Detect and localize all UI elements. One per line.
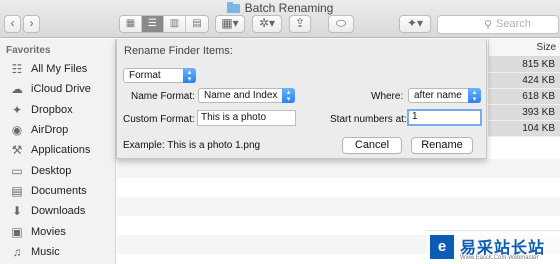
sidebar-item-icloud-drive[interactable]: ☁ iCloud Drive <box>0 79 115 99</box>
rename-mode-value: Format <box>129 70 161 81</box>
sidebar-item-label: AirDrop <box>31 124 69 137</box>
sheet-title: Rename Finder Items: <box>124 45 233 57</box>
window-titlebar: Batch Renaming ‹ › ▦ ☰ ▥ ▤ ▦▾ ✲▾ ⇪ ⬭ ✦▾ … <box>0 0 560 38</box>
popup-arrows-icon: ▴ ▾ <box>282 88 295 103</box>
sidebar-item-documents[interactable]: ▤ Documents <box>0 181 115 201</box>
size-column-header[interactable]: Size <box>488 39 560 57</box>
back-button[interactable]: ‹ <box>4 15 21 33</box>
size-column: 815 KB 424 KB 618 KB 393 KB 104 KB <box>488 57 560 137</box>
sidebar-item-label: iCloud Drive <box>31 83 91 96</box>
sidebar-item-label: Desktop <box>31 164 72 177</box>
dropbox-icon: ✦ <box>11 102 23 117</box>
sidebar-heading: Favorites <box>6 45 51 56</box>
all-my-files-icon: ☷ <box>11 62 23 77</box>
where-popup[interactable]: after name ▴ ▾ <box>408 88 481 103</box>
search-field[interactable]: ⚲ Search <box>437 15 559 34</box>
sidebar-item-label: Downloads <box>31 205 86 218</box>
share-icon: ⇪ <box>294 16 306 30</box>
size-cell: 618 KB <box>488 89 560 105</box>
rename-mode-popup[interactable]: Format ▴ ▾ <box>123 68 196 83</box>
dropbox-icon: ✦▾ <box>406 16 424 30</box>
window-title: Batch Renaming <box>0 1 560 15</box>
arrange-button[interactable]: ▦▾ <box>215 15 245 33</box>
sidebar-item-dropbox[interactable]: ✦ Dropbox <box>0 100 115 120</box>
applications-icon: ⚒ <box>11 143 23 158</box>
rename-sheet: Rename Finder Items: Format ▴ ▾ Name Form… <box>116 39 487 159</box>
start-numbers-field[interactable]: 1 <box>407 109 482 126</box>
share-button[interactable]: ⇪ <box>289 15 311 33</box>
custom-format-field[interactable]: This is a photo <box>197 110 296 126</box>
dropbox-button[interactable]: ✦▾ <box>399 15 431 33</box>
cancel-button[interactable]: Cancel <box>342 137 402 154</box>
folder-icon <box>226 2 240 13</box>
sidebar-item-label: Documents <box>31 184 87 197</box>
name-format-label: Name Format: <box>131 91 195 102</box>
documents-icon: ▤ <box>11 183 23 198</box>
custom-format-label: Custom Format: <box>123 114 195 125</box>
rename-button[interactable]: Rename <box>411 137 473 154</box>
sidebar-item-desktop[interactable]: ▭ Desktop <box>0 160 115 180</box>
sidebar-item-airdrop[interactable]: ◉ AirDrop <box>0 120 115 140</box>
sidebar-item-label: Dropbox <box>31 103 73 116</box>
where-label: Where: <box>371 91 404 102</box>
downloads-icon: ⬇ <box>11 204 23 219</box>
list-row-stripe <box>117 159 560 178</box>
sidebar-item-downloads[interactable]: ⬇ Downloads <box>0 201 115 221</box>
sidebar-item-label: Music <box>31 245 60 258</box>
column-view-icon[interactable]: ▥ <box>164 16 186 32</box>
tag-icon: ⬭ <box>335 16 347 30</box>
gear-icon: ✲▾ <box>258 16 276 30</box>
sidebar-item-music[interactable]: ♫ Music <box>0 242 115 262</box>
sidebar: Favorites ☷ All My Files ☁ iCloud Drive ✦ D… <box>0 39 116 264</box>
sidebar-item-all-my-files[interactable]: ☷ All My Files <box>0 59 115 79</box>
window-title-text: Batch Renaming <box>244 1 334 15</box>
where-value: after name <box>414 90 462 101</box>
cover-flow-view-icon[interactable]: ▤ <box>186 16 208 32</box>
movies-icon: ▣ <box>11 224 23 239</box>
airdrop-icon: ◉ <box>11 123 23 138</box>
popup-arrows-icon: ▴ ▾ <box>183 68 196 83</box>
sidebar-item-movies[interactable]: ▣ Movies <box>0 221 115 241</box>
forward-icon: › <box>29 16 34 30</box>
sidebar-item-label: Applications <box>31 144 91 157</box>
search-placeholder: Search <box>496 18 531 30</box>
action-button[interactable]: ✲▾ <box>252 15 282 33</box>
arrange-icon: ▦▾ <box>221 16 239 30</box>
size-cell: 104 KB <box>488 121 560 137</box>
sidebar-item-label: All My Files <box>31 63 88 76</box>
list-row-stripe <box>117 197 560 216</box>
start-numbers-label: Start numbers at: <box>330 114 407 125</box>
popup-arrows-icon: ▴ ▾ <box>468 88 481 103</box>
music-icon: ♫ <box>12 244 22 259</box>
tag-button[interactable]: ⬭ <box>328 15 354 33</box>
cloud-icon: ☁ <box>11 82 23 97</box>
size-cell: 424 KB <box>488 73 560 89</box>
watermark-logo: e <box>430 235 454 259</box>
search-icon: ⚲ <box>484 19 493 31</box>
desktop-icon: ▭ <box>11 163 23 178</box>
size-cell: 815 KB <box>488 57 560 73</box>
sidebar-item-applications[interactable]: ⚒ Applications <box>0 140 115 160</box>
size-cell: 393 KB <box>488 105 560 121</box>
sidebar-item-label: Movies <box>31 225 66 238</box>
watermark-url: Www.Easck.Com Webmaster <box>460 255 539 261</box>
watermark: e 易采站长站 Www.Easck.Com Webmaster <box>426 230 560 264</box>
rename-example: Example: This is a photo 1.png <box>123 140 261 151</box>
name-format-value: Name and Index <box>204 90 278 101</box>
name-format-popup[interactable]: Name and Index ▴ ▾ <box>198 88 295 103</box>
view-mode-control[interactable]: ▦ ☰ ▥ ▤ <box>119 15 209 33</box>
icon-view-icon[interactable]: ▦ <box>120 16 142 32</box>
back-icon: ‹ <box>10 16 15 30</box>
forward-button[interactable]: › <box>23 15 40 33</box>
list-view-icon[interactable]: ☰ <box>142 16 164 32</box>
